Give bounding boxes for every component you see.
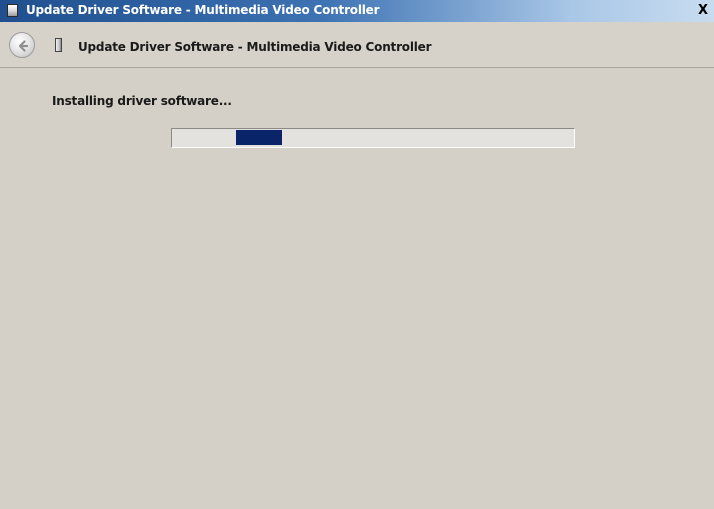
window-title: Update Driver Software - Multimedia Vide… bbox=[26, 3, 380, 17]
window-app-icon bbox=[7, 4, 18, 17]
close-button[interactable]: X bbox=[695, 3, 711, 18]
device-icon bbox=[55, 38, 62, 52]
wizard-header: Update Driver Software - Multimedia Vide… bbox=[0, 22, 714, 68]
title-bar[interactable]: Update Driver Software - Multimedia Vide… bbox=[0, 0, 714, 22]
window-border bbox=[0, 68, 8, 509]
back-button[interactable] bbox=[9, 32, 35, 58]
progress-marquee-block bbox=[236, 130, 282, 145]
status-text: Installing driver software... bbox=[52, 94, 232, 108]
back-arrow-icon bbox=[18, 40, 29, 52]
page-title: Update Driver Software - Multimedia Vide… bbox=[78, 40, 432, 54]
dialog-window: Update Driver Software - Multimedia Vide… bbox=[0, 0, 714, 509]
progress-bar bbox=[171, 128, 575, 148]
